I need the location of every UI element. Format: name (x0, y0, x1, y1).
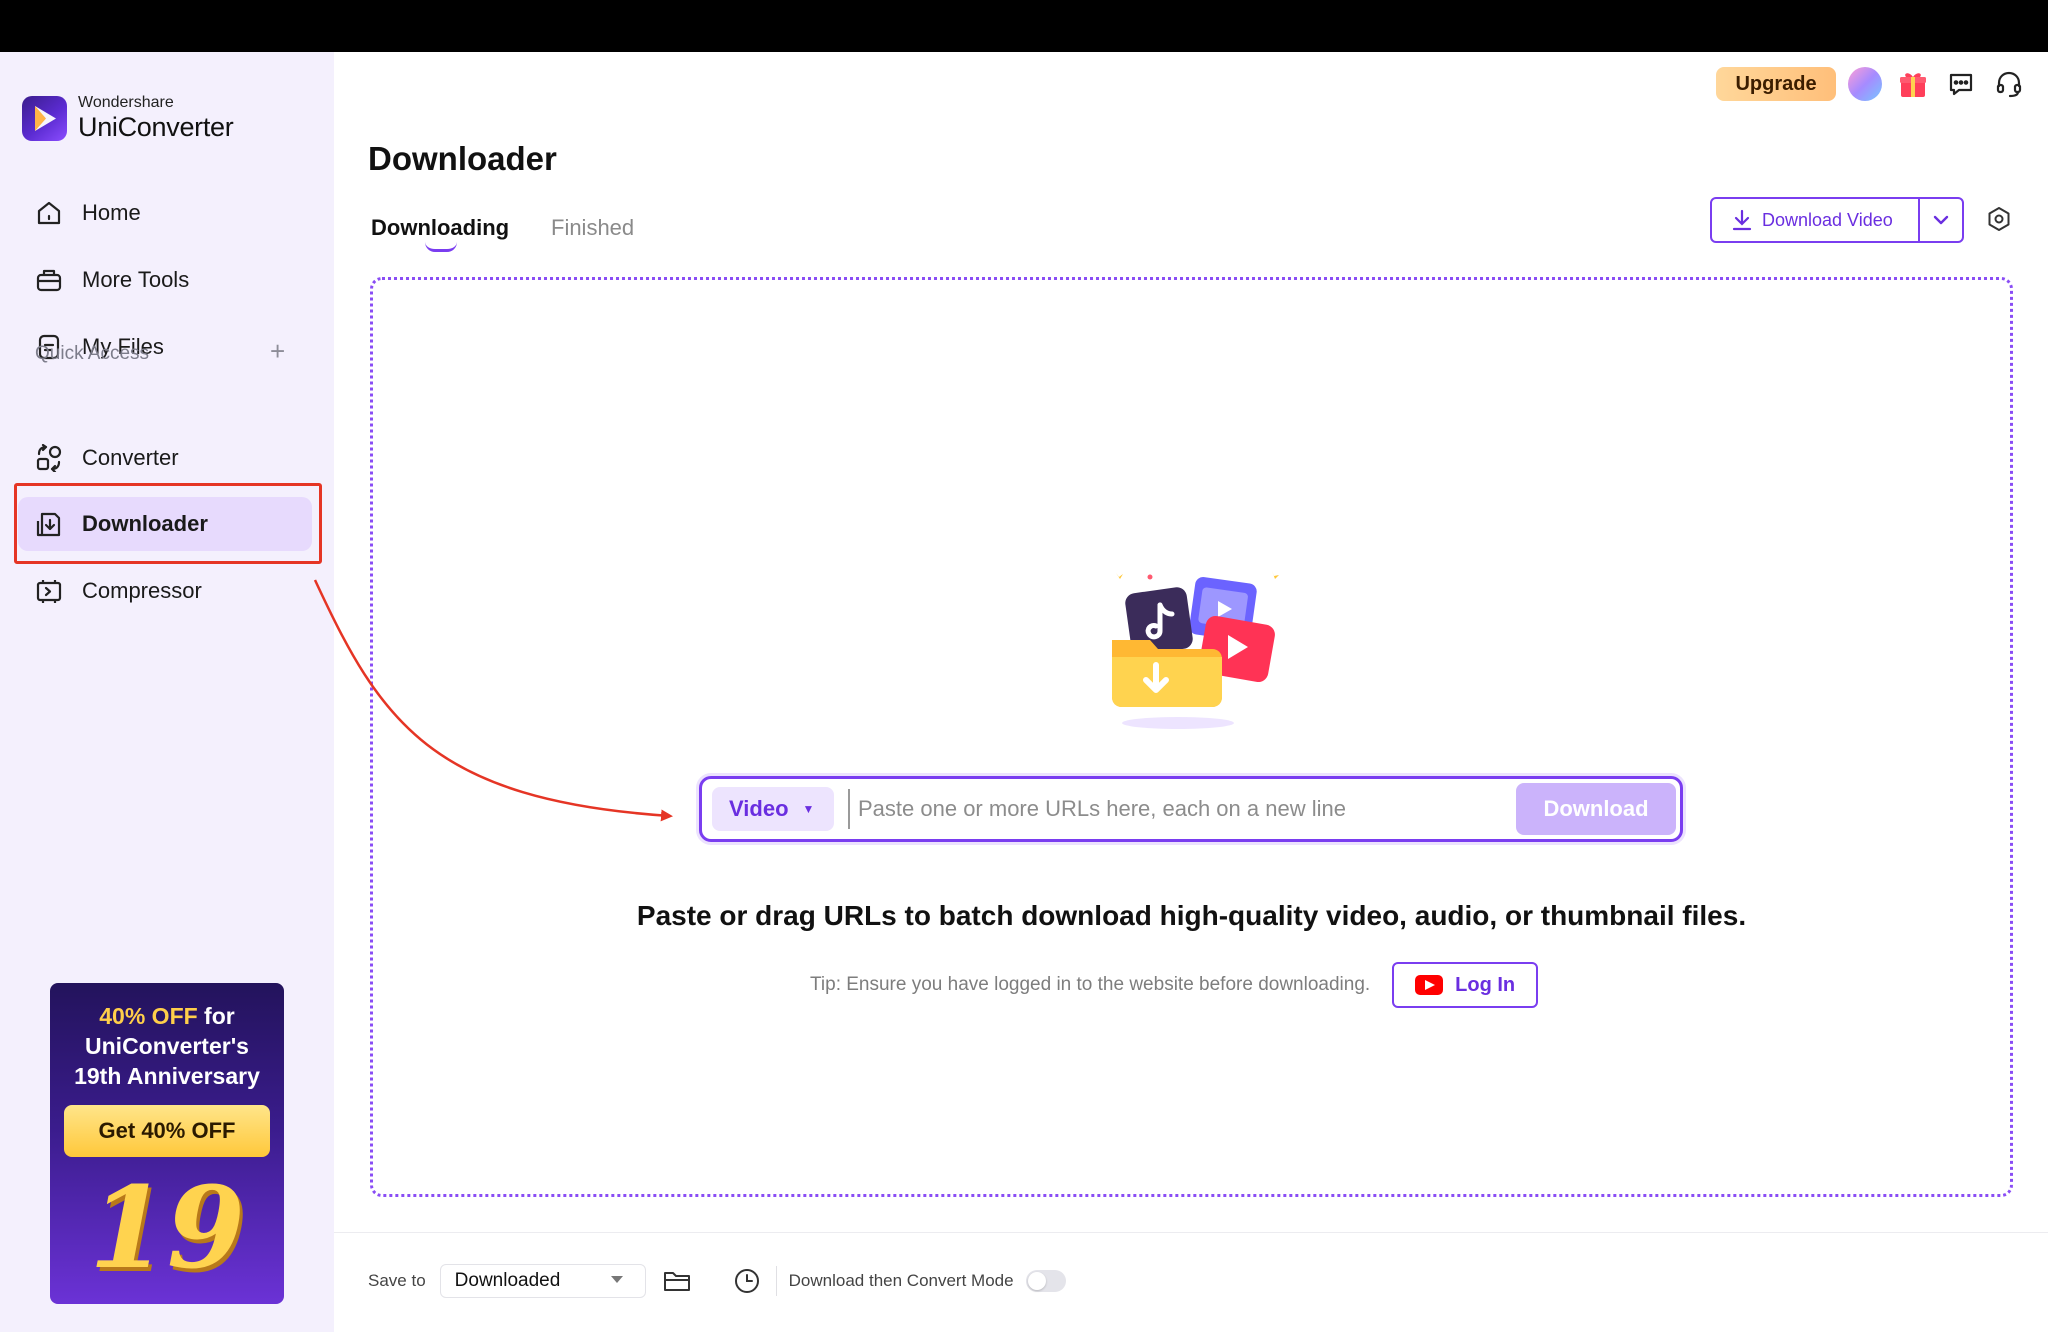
media-type-select[interactable]: Video ▼ (712, 787, 834, 831)
chat-icon[interactable] (1944, 67, 1978, 101)
download-video-label: Download Video (1762, 209, 1893, 230)
open-folder-icon[interactable] (662, 1266, 692, 1296)
dropzone-headline: Paste or drag URLs to batch download hig… (636, 900, 1747, 931)
download-video-button[interactable]: Download Video (1712, 199, 1918, 241)
anniversary-number: 19 (89, 1163, 245, 1294)
home-icon (34, 198, 64, 228)
sidebar-item-label: Compressor (82, 578, 202, 603)
tab-downloading[interactable]: Downloading (371, 215, 509, 241)
media-download-illustration-icon (1108, 565, 1284, 735)
bottom-bar: Save to Downloaded Download then Convert… (368, 1263, 1066, 1299)
compressor-icon (34, 576, 64, 606)
active-tab-indicator (425, 242, 457, 252)
uniconverter-logo-icon (22, 95, 67, 141)
convert-mode-toggle[interactable] (1025, 1270, 1066, 1292)
toolbox-icon (34, 265, 64, 295)
brand-name-text: UniConverter (78, 112, 234, 142)
settings-gear-icon[interactable] (1984, 204, 2014, 234)
download-icon (1732, 209, 1752, 231)
url-drop-zone[interactable] (370, 277, 2013, 1197)
sidebar-item-label: Converter (82, 445, 179, 470)
page-title: Downloader (368, 140, 557, 177)
tab-finished[interactable]: Finished (551, 215, 634, 241)
converter-icon (34, 443, 64, 473)
header-actions: Upgrade (1716, 67, 2026, 101)
gift-icon[interactable] (1896, 67, 1930, 101)
caret-down-icon (610, 1276, 623, 1283)
sidebar-item-more-tools[interactable]: More Tools (18, 253, 312, 307)
get-discount-button[interactable]: Get 40% OFF (64, 1105, 270, 1157)
chevron-down-icon (1933, 215, 1949, 225)
caret-down-icon: ▼ (802, 802, 815, 816)
bottom-divider (334, 1232, 2048, 1233)
save-to-select[interactable]: Downloaded (439, 1264, 646, 1298)
sidebar-item-converter[interactable]: Converter (18, 431, 312, 485)
media-type-value: Video (729, 796, 789, 821)
login-tip-row: Tip: Ensure you have logged in to the we… (810, 962, 1539, 1008)
convert-mode-label: Download then Convert Mode (788, 1271, 1014, 1290)
download-button[interactable]: Download (1516, 783, 1676, 835)
anniversary-promo-banner[interactable]: 40% OFF for UniConverter's 19th Annivers… (50, 983, 284, 1304)
save-to-label: Save to (368, 1271, 426, 1290)
sidebar-item-label: More Tools (82, 267, 190, 292)
quick-access-title: Quick Access (35, 343, 150, 364)
headset-icon[interactable] (1992, 67, 2026, 101)
youtube-icon (1415, 975, 1444, 995)
promo-line-2: UniConverter's (85, 1033, 249, 1059)
sidebar-item-label: Home (82, 200, 141, 225)
promo-line-1: 40% OFF for (99, 1003, 235, 1029)
login-tip-text: Tip: Ensure you have logged in to the we… (810, 974, 1371, 995)
url-input[interactable] (848, 789, 1508, 829)
window-top-bar (0, 0, 2048, 52)
annotation-highlight-box (14, 483, 322, 564)
avatar[interactable] (1848, 67, 1882, 101)
app-logo: Wondershare UniConverter (22, 94, 234, 142)
download-video-split-button: Download Video (1710, 197, 1964, 243)
sidebar-item-compressor[interactable]: Compressor (18, 564, 312, 618)
save-to-value: Downloaded (454, 1270, 561, 1291)
sidebar-item-home[interactable]: Home (18, 186, 312, 240)
download-video-dropdown[interactable] (1918, 199, 1962, 241)
login-label: Log In (1455, 973, 1516, 996)
promo-line-3: 19th Anniversary (74, 1063, 260, 1089)
add-quick-access-icon[interactable]: + (270, 338, 285, 364)
youtube-login-button[interactable]: Log In (1392, 962, 1539, 1008)
separator (775, 1266, 777, 1296)
brand-top-text: Wondershare (78, 94, 174, 111)
upgrade-button[interactable]: Upgrade (1716, 67, 1836, 101)
url-input-bar: Video ▼ Download (699, 776, 1683, 842)
schedule-clock-icon[interactable] (732, 1266, 762, 1296)
